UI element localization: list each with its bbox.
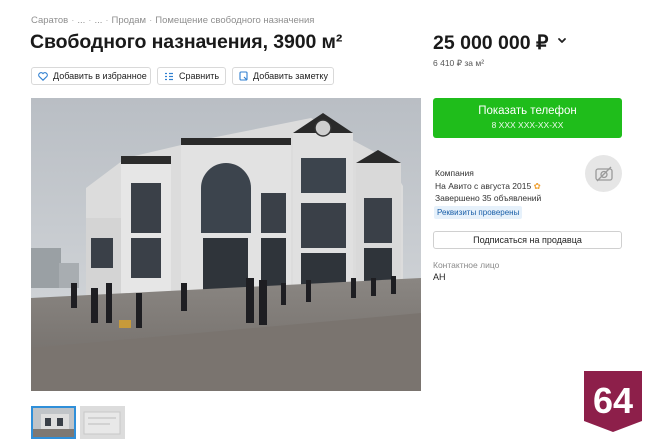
thumbnail-2[interactable]	[80, 406, 125, 439]
add-to-favorites-button[interactable]: Добавить в избранное	[31, 67, 151, 85]
verified-badge: Реквизиты проверены	[434, 206, 523, 219]
breadcrumb-item-city[interactable]: Саратов	[31, 15, 68, 26]
favorite-label: Добавить в избранное	[53, 71, 147, 81]
note-label: Добавить заметку	[253, 71, 328, 81]
add-note-button[interactable]: Добавить заметку	[232, 67, 334, 85]
seller-info: Компания На Авито с августа 2015 ✿ Завер…	[435, 167, 541, 205]
seller-completed: Завершено 35 объявлений	[435, 193, 542, 203]
heart-icon	[38, 71, 48, 81]
compare-label: Сравнить	[179, 71, 220, 81]
building-photo	[31, 98, 421, 391]
subscribe-seller-button[interactable]: Подписаться на продавца	[433, 231, 622, 249]
masked-phone: 8 XXX XXX-XX-XX	[491, 120, 564, 130]
breadcrumb-item-2[interactable]: ...	[77, 15, 85, 26]
show-phone-label: Показать телефон	[478, 105, 577, 117]
logo-text: 64	[593, 380, 633, 421]
contact-person-value: АН	[433, 272, 446, 282]
thumbnail-image-2	[80, 406, 125, 439]
chevron-down-icon[interactable]	[557, 35, 567, 47]
compare-icon	[165, 72, 173, 80]
breadcrumb-item-category[interactable]: Помещение свободного назначения	[155, 15, 314, 26]
compare-button[interactable]: Сравнить	[157, 67, 226, 85]
avatar[interactable]	[585, 155, 622, 192]
seller-type[interactable]: Компания	[435, 167, 541, 180]
breadcrumb: Саратов ·... ·... · Продам · Помещение свободн…	[31, 15, 315, 26]
price: 25 000 000 ₽	[433, 32, 549, 54]
site-logo-64: 64	[584, 371, 642, 432]
thumbnail-image-1	[33, 408, 74, 437]
breadcrumb-item-sell[interactable]: Продам	[112, 15, 147, 26]
seller-since: На Авито с августа 2015 ✿	[435, 180, 541, 191]
contact-person-label: Контактное лицо	[433, 260, 500, 270]
page-title: Свободного назначения, 3900 м²	[30, 31, 343, 53]
show-phone-button[interactable]: Показать телефон 8 XXX XXX-XX-XX	[433, 98, 622, 138]
breadcrumb-item-3[interactable]: ...	[94, 15, 102, 26]
medal-icon: ✿	[533, 180, 541, 191]
thumbnail-1[interactable]	[31, 406, 76, 439]
note-icon	[239, 71, 248, 81]
avatar-placeholder-icon	[594, 166, 613, 181]
price-per-m2: 6 410 ₽ за м²	[433, 58, 485, 68]
main-photo[interactable]	[31, 98, 421, 391]
